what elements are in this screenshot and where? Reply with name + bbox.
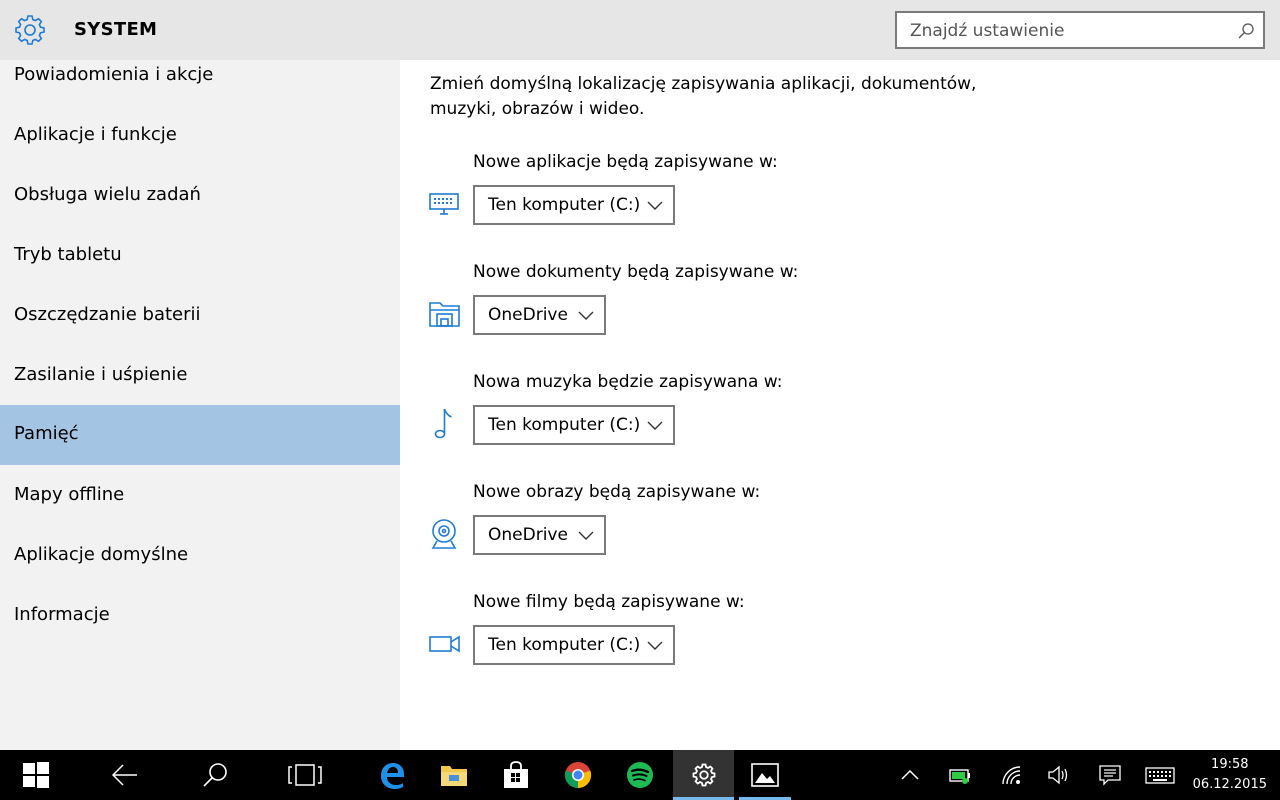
search-icon bbox=[203, 763, 227, 787]
photos-icon bbox=[751, 763, 779, 787]
folder-icon bbox=[441, 766, 467, 786]
monitor-icon bbox=[429, 193, 459, 215]
main-content: Zmień domyślną lokalizację zapisywania a… bbox=[400, 60, 1280, 750]
sidebar-item-label: Mapy offline bbox=[14, 484, 125, 505]
sidebar-item-label: Powiadomienia i akcje bbox=[14, 64, 214, 85]
gear-icon bbox=[15, 15, 45, 45]
chevron-down-icon bbox=[647, 201, 663, 210]
intro-line: muzyki, obrazów i wideo. bbox=[430, 99, 645, 119]
music-location-dropdown[interactable]: Ten komputer (C:) bbox=[473, 405, 675, 445]
sidebar-item-storage[interactable]: Pamięć bbox=[0, 405, 400, 465]
documents-save-label: Nowe dokumenty będą zapisywane w: bbox=[473, 262, 799, 282]
spotify-icon bbox=[627, 762, 653, 788]
volume-icon[interactable] bbox=[1047, 764, 1069, 786]
taskbar: 19:58 06.12.2015 bbox=[0, 750, 1280, 800]
settings-taskbar-button[interactable] bbox=[673, 750, 734, 800]
sidebar-item-label: Aplikacje domyślne bbox=[14, 544, 189, 565]
sidebar-item-apps-features[interactable]: Aplikacje i funkcje bbox=[0, 106, 400, 166]
sidebar-item-notifications[interactable]: Powiadomienia i akcje bbox=[0, 60, 400, 106]
videos-save-label: Nowe filmy będą zapisywane w: bbox=[473, 592, 745, 612]
intro-text: Zmień domyślną lokalizację zapisywania a… bbox=[430, 72, 990, 122]
sidebar-item-about[interactable]: Informacje bbox=[0, 586, 400, 646]
apps-location-dropdown[interactable]: Ten komputer (C:) bbox=[473, 185, 675, 225]
apps-save-label: Nowe aplikacje będą zapisywane w: bbox=[473, 152, 778, 172]
file-explorer-taskbar-button[interactable] bbox=[428, 750, 480, 800]
gear-icon bbox=[692, 763, 715, 787]
pictures-save-label: Nowe obrazy będą zapisywane w: bbox=[473, 482, 761, 502]
chevron-down-icon bbox=[578, 311, 594, 320]
camera-icon bbox=[431, 519, 457, 549]
documents-location-dropdown[interactable]: OneDrive bbox=[473, 295, 606, 335]
chrome-taskbar-button[interactable] bbox=[552, 750, 604, 800]
music-note-icon bbox=[434, 408, 452, 439]
sidebar-item-tablet-mode[interactable]: Tryb tabletu bbox=[0, 226, 400, 286]
wifi-icon[interactable] bbox=[1000, 764, 1022, 786]
store-taskbar-button[interactable] bbox=[490, 750, 542, 800]
sidebar-item-label: Zasilanie i uśpienie bbox=[14, 364, 188, 385]
sidebar-item-label: Obsługa wielu zadań bbox=[14, 184, 201, 205]
dropdown-value: Ten komputer (C:) bbox=[488, 635, 641, 655]
edge-browser-icon bbox=[381, 763, 404, 789]
clock-time: 19:58 bbox=[1211, 757, 1249, 772]
pictures-location-dropdown[interactable]: OneDrive bbox=[473, 515, 606, 555]
chevron-up-icon[interactable] bbox=[899, 764, 921, 786]
store-bag-icon bbox=[504, 761, 528, 788]
sidebar-item-battery-saver[interactable]: Oszczędzanie baterii bbox=[0, 286, 400, 346]
task-view-icon bbox=[288, 764, 322, 786]
sidebar-item-multitasking[interactable]: Obsługa wielu zadań bbox=[0, 166, 400, 226]
edge-taskbar-button[interactable] bbox=[366, 750, 418, 800]
search-button[interactable] bbox=[189, 750, 241, 800]
spotify-taskbar-button[interactable] bbox=[614, 750, 666, 800]
windows-logo-icon bbox=[23, 762, 49, 788]
sidebar: Powiadomienia i akcje Aplikacje i funkcj… bbox=[0, 60, 400, 750]
music-save-label: Nowa muzyka będzie zapisywana w: bbox=[473, 372, 783, 392]
chevron-down-icon bbox=[647, 641, 663, 650]
dropdown-value: Ten komputer (C:) bbox=[488, 195, 641, 215]
search-input[interactable] bbox=[910, 20, 1230, 42]
sidebar-item-label: Aplikacje i funkcje bbox=[14, 124, 177, 145]
search-icon[interactable] bbox=[1237, 22, 1255, 40]
chrome-icon bbox=[564, 762, 592, 789]
videos-location-dropdown[interactable]: Ten komputer (C:) bbox=[473, 625, 675, 665]
chevron-down-icon bbox=[578, 531, 594, 540]
header-bar: SYSTEM bbox=[0, 0, 1280, 60]
sidebar-item-label: Tryb tabletu bbox=[14, 244, 122, 265]
start-button[interactable] bbox=[10, 750, 62, 800]
dropdown-value: Ten komputer (C:) bbox=[488, 415, 641, 435]
sidebar-item-power-sleep[interactable]: Zasilanie i uśpienie bbox=[0, 346, 400, 406]
dropdown-value: OneDrive bbox=[488, 525, 568, 545]
sidebar-item-label: Informacje bbox=[14, 604, 110, 625]
taskbar-clock[interactable]: 19:58 06.12.2015 bbox=[1193, 755, 1267, 795]
photos-taskbar-button[interactable] bbox=[739, 750, 791, 800]
back-arrow-icon bbox=[112, 764, 137, 786]
back-button[interactable] bbox=[99, 750, 151, 800]
action-center-icon[interactable] bbox=[1099, 764, 1121, 786]
page-title: SYSTEM bbox=[74, 19, 158, 40]
sidebar-item-label: Pamięć bbox=[14, 423, 79, 444]
clock-date: 06.12.2015 bbox=[1192, 777, 1267, 792]
video-camera-icon bbox=[429, 635, 460, 653]
sidebar-item-offline-maps[interactable]: Mapy offline bbox=[0, 466, 400, 526]
touch-keyboard-icon[interactable] bbox=[1145, 764, 1175, 786]
sidebar-item-label: Oszczędzanie baterii bbox=[14, 304, 201, 325]
chevron-down-icon bbox=[647, 421, 663, 430]
search-box[interactable] bbox=[895, 11, 1265, 49]
dropdown-value: OneDrive bbox=[488, 305, 568, 325]
battery-icon[interactable] bbox=[949, 764, 971, 786]
document-folder-icon bbox=[429, 302, 460, 327]
task-view-button[interactable] bbox=[279, 750, 331, 800]
intro-line: Zmień domyślną lokalizację zapisywania a… bbox=[430, 74, 977, 94]
sidebar-item-default-apps[interactable]: Aplikacje domyślne bbox=[0, 526, 400, 586]
